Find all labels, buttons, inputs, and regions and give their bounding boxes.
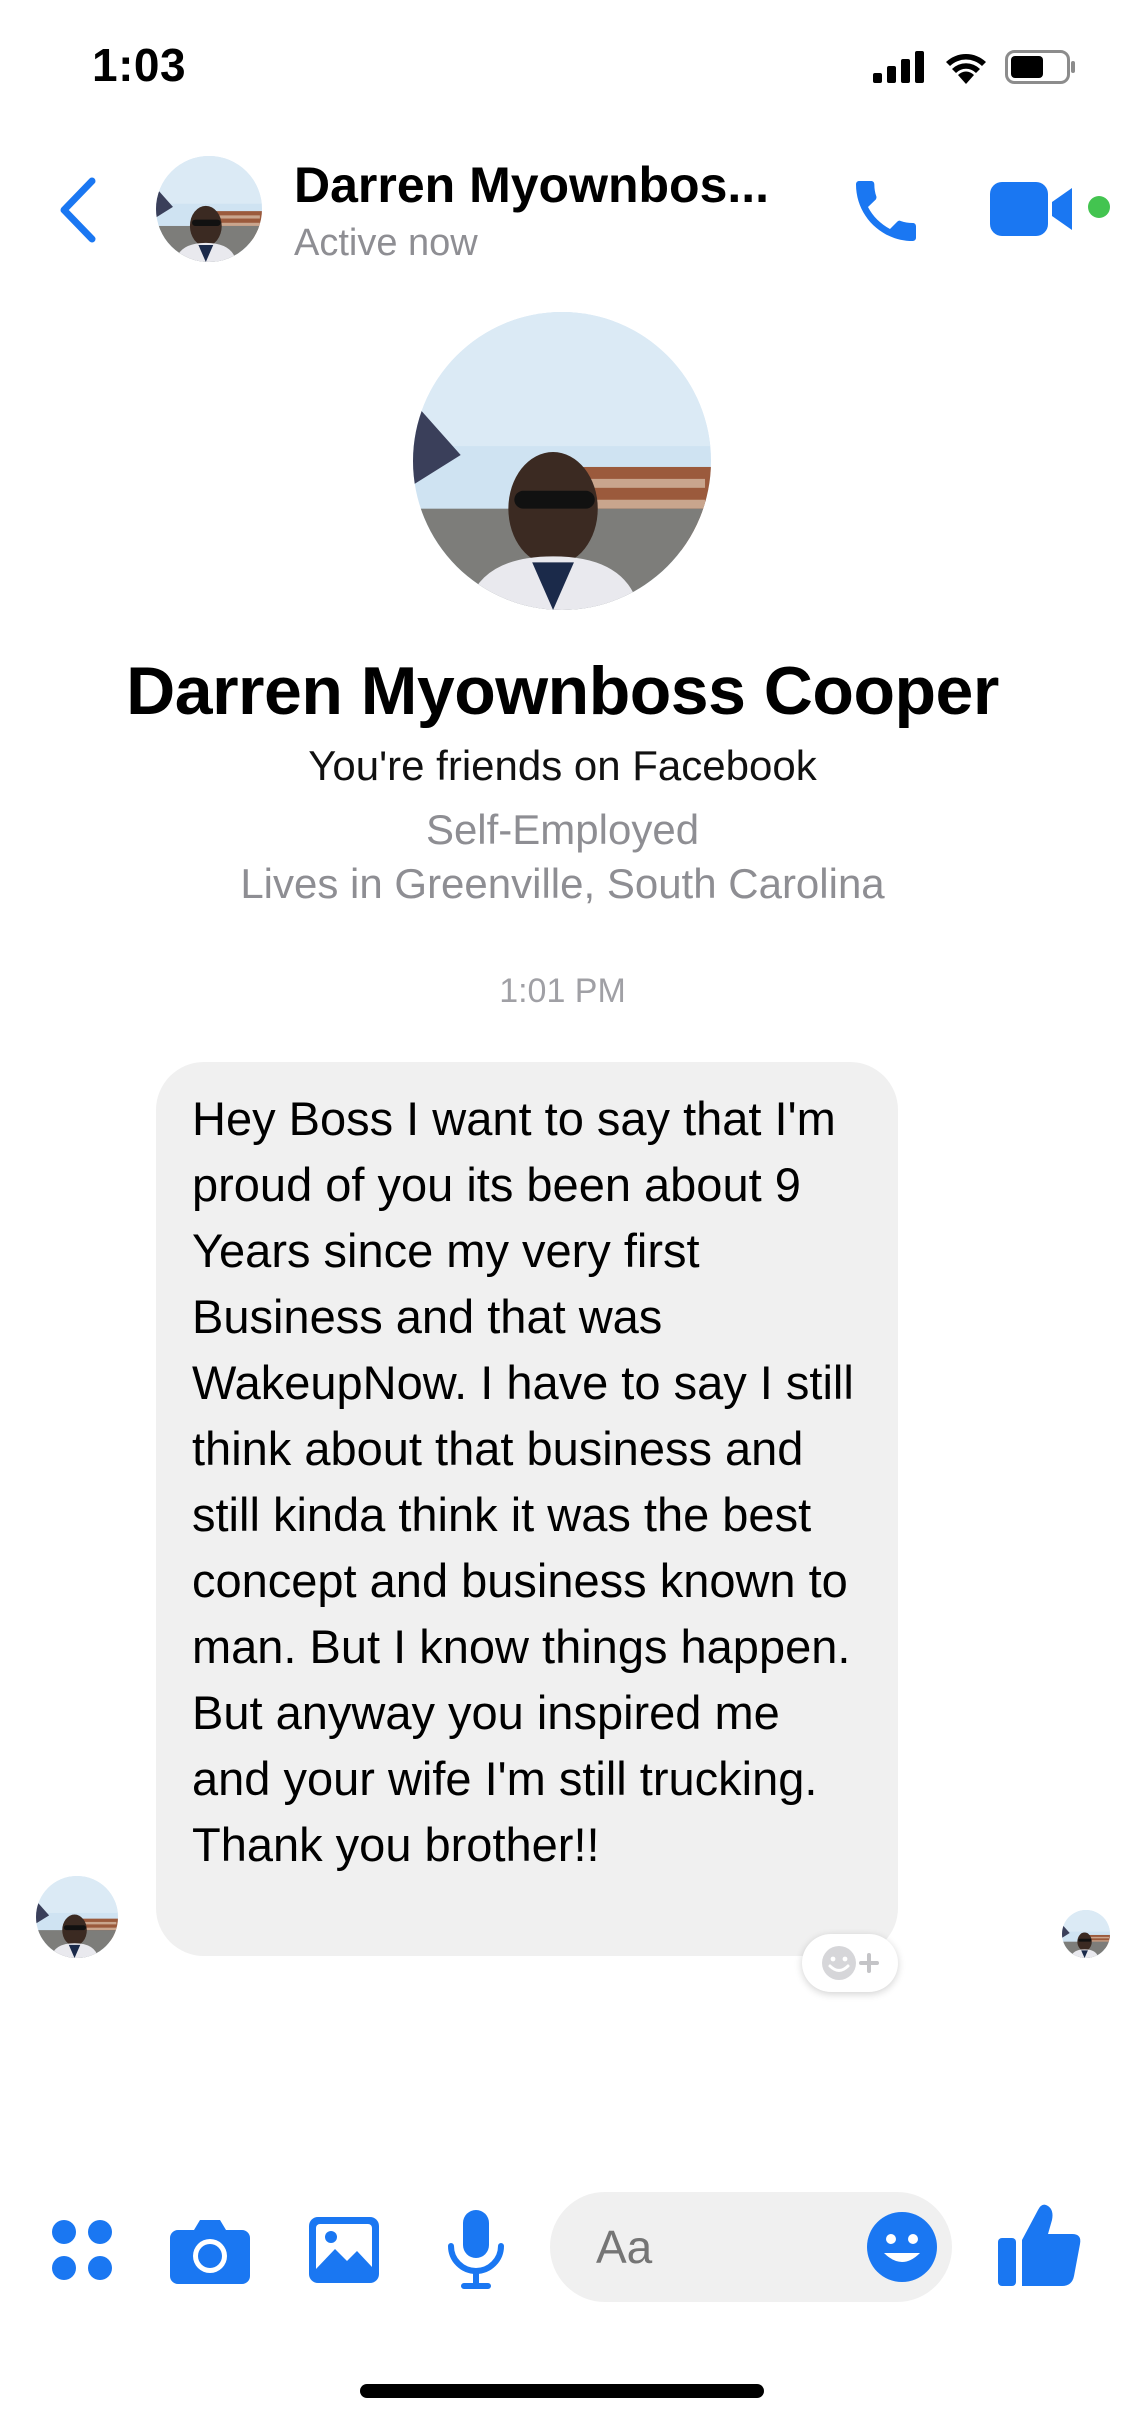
seen-receipt-avatar xyxy=(1062,1910,1110,1958)
back-button[interactable] xyxy=(48,170,108,250)
message-timestamp: 1:01 PM xyxy=(499,972,626,1010)
chevron-left-icon xyxy=(60,177,96,243)
voice-clip-button[interactable] xyxy=(436,2210,516,2290)
add-reaction-button[interactable] xyxy=(802,1934,898,1992)
message-input[interactable] xyxy=(596,2192,856,2302)
profile-picture xyxy=(413,312,711,610)
video-camera-icon xyxy=(990,182,1072,236)
home-indicator[interactable] xyxy=(360,2384,764,2398)
more-apps-button[interactable] xyxy=(42,2210,122,2290)
battery-icon xyxy=(1005,50,1075,84)
profile-location: Lives in Greenville, South Carolina xyxy=(240,860,885,907)
like-button[interactable] xyxy=(994,2200,1084,2290)
wifi-icon xyxy=(946,54,986,84)
add-reaction-icon xyxy=(822,1946,879,1980)
camera-icon xyxy=(170,2220,250,2284)
photo-gallery-button[interactable] xyxy=(304,2210,384,2290)
header-avatar[interactable] xyxy=(156,156,262,262)
smiley-icon[interactable] xyxy=(866,2211,938,2283)
more-apps-icon xyxy=(52,2220,112,2280)
online-indicator xyxy=(1088,196,1110,218)
profile-name: Darren Myownboss Cooper xyxy=(126,653,999,729)
contact-name[interactable]: Darren Myownbos... xyxy=(294,156,769,214)
seen-receipt-photo xyxy=(1062,1910,1110,1958)
message-composer[interactable] xyxy=(550,2192,952,2302)
status-icons xyxy=(873,50,1077,84)
voice-call-button[interactable] xyxy=(846,168,926,254)
status-time: 1:03 xyxy=(92,39,187,91)
cellular-signal-icon xyxy=(873,51,924,83)
video-call-button[interactable] xyxy=(990,174,1080,244)
profile-work: Self-Employed xyxy=(425,806,700,853)
message-bubble[interactable]: Hey Boss I want to say that I'm proud of… xyxy=(156,1062,898,1956)
friendship-status: You're friends on Facebook xyxy=(308,742,817,789)
phone-icon xyxy=(856,181,916,241)
profile-photo[interactable] xyxy=(413,312,711,610)
microphone-icon xyxy=(448,2210,504,2289)
sender-photo xyxy=(36,1876,118,1958)
sender-avatar[interactable] xyxy=(36,1876,118,1958)
camera-button[interactable] xyxy=(170,2210,250,2290)
thumbs-up-icon xyxy=(998,2204,1081,2286)
active-status: Active now xyxy=(294,222,478,264)
photo-gallery-icon xyxy=(309,2217,379,2283)
avatar-photo xyxy=(156,156,262,262)
